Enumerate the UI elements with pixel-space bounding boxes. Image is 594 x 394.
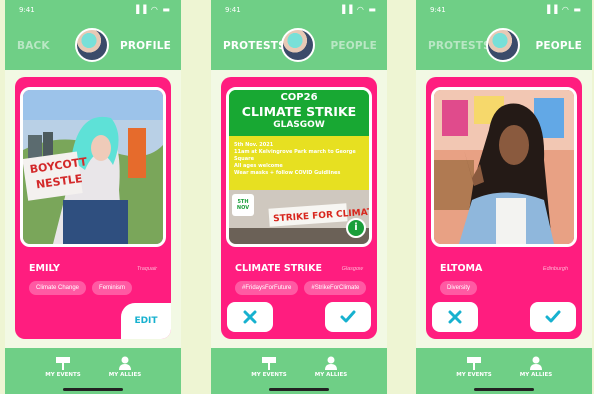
my-allies-label: MY ALLIES	[314, 372, 348, 378]
tag-climate-change[interactable]: Climate Change	[29, 281, 87, 295]
person-photo	[431, 87, 577, 247]
event-location: Glasgow	[341, 266, 363, 272]
info-icon[interactable]: i	[346, 218, 366, 238]
protests-tab[interactable]: PROTESTS	[428, 40, 491, 52]
poster-ages-line: All ages welcome	[234, 163, 283, 169]
people-tab[interactable]: PEOPLE	[535, 40, 582, 52]
accept-button[interactable]	[530, 302, 576, 332]
person-icon	[325, 356, 337, 370]
event-tags: #FridaysForFuture #StrikeForClimate	[235, 281, 367, 295]
signpost-icon	[56, 357, 70, 370]
signpost-icon	[262, 357, 276, 370]
action-row	[221, 302, 377, 332]
profile-card: BOYCOTT NESTLE EMILY Traquair Climate Ch…	[15, 77, 171, 339]
event-card: COP26 CLIMATE STRIKE GLASGOW 5th Nov. 20…	[221, 77, 377, 339]
avatar[interactable]	[486, 28, 520, 62]
profile-name: EMILY	[29, 263, 60, 274]
poster-place-line: 11am at Kelvingrove Park march to George…	[234, 149, 356, 162]
reject-button[interactable]	[227, 302, 273, 332]
person-icon	[119, 356, 131, 370]
my-events-label: MY EVENTS	[45, 372, 81, 378]
poster-line-2: CLIMATE STRIKE	[241, 104, 357, 119]
poster-date-line: 5th Nov. 2021	[234, 142, 274, 148]
home-indicator	[63, 388, 123, 391]
check-icon	[340, 310, 356, 323]
bottom-nav: MY EVENTS MY ALLIES	[211, 348, 387, 394]
person-icon	[530, 356, 542, 370]
status-bar: 9:41 ▐▐ ◠ ▬	[416, 0, 592, 22]
tag-diversity[interactable]: Diversity	[440, 281, 478, 295]
poster-date-badge: 5TH NOV	[232, 194, 254, 216]
my-allies-nav[interactable]: MY ALLIES	[95, 356, 155, 378]
poster-covid-line: Wear masks + follow COVID Guidlines	[234, 170, 341, 176]
event-name: CLIMATE STRIKE	[235, 263, 322, 274]
my-allies-nav[interactable]: MY ALLIES	[301, 356, 361, 378]
profile-screen: 9:41 ▐▐ ◠ ▬ BACK PROFILE BOYCOTT NESTLE	[5, 0, 181, 394]
my-events-nav[interactable]: MY EVENTS	[444, 356, 504, 378]
bottom-nav: MY EVENTS MY ALLIES	[416, 348, 592, 394]
accept-button[interactable]	[325, 302, 371, 332]
action-row	[426, 302, 582, 332]
tag-feminism[interactable]: Feminism	[92, 281, 133, 295]
my-events-label: MY EVENTS	[456, 372, 492, 378]
avatar[interactable]	[75, 28, 109, 62]
my-events-nav[interactable]: MY EVENTS	[239, 356, 299, 378]
avatar[interactable]	[281, 28, 315, 62]
bottom-nav: MY EVENTS MY ALLIES	[5, 348, 181, 394]
home-indicator	[474, 388, 534, 391]
person-tags: Diversity	[440, 281, 478, 295]
home-indicator	[269, 388, 329, 391]
reject-button[interactable]	[432, 302, 478, 332]
my-allies-nav[interactable]: MY ALLIES	[506, 356, 566, 378]
status-time: 9:41	[19, 6, 35, 14]
edit-button[interactable]: EDIT	[121, 303, 171, 339]
poster-line-3: GLASGOW	[273, 120, 325, 130]
poster-info: 5th Nov. 2021 11am at Kelvingrove Park m…	[234, 142, 369, 177]
my-events-label: MY EVENTS	[251, 372, 287, 378]
status-bar: 9:41 ▐▐ ◠ ▬	[211, 0, 387, 22]
profile-photo: BOYCOTT NESTLE	[20, 87, 166, 247]
close-icon	[448, 310, 462, 324]
protests-tab[interactable]: PROTESTS	[223, 40, 286, 52]
profile-tab[interactable]: PROFILE	[120, 40, 171, 52]
status-time: 9:41	[225, 6, 241, 14]
check-icon	[545, 310, 561, 323]
person-name: ELTOMA	[440, 263, 483, 274]
my-allies-label: MY ALLIES	[108, 372, 142, 378]
close-icon	[243, 310, 257, 324]
profile-location: Traquair	[136, 266, 157, 272]
people-screen: 9:41 ▐▐ ◠ ▬ PROTESTS PEOPLE ELTOMA Edinb…	[416, 0, 592, 394]
tag-fridays-for-future[interactable]: #FridaysForFuture	[235, 281, 299, 295]
interest-tags: Climate Change Feminism	[29, 281, 133, 295]
back-button[interactable]: BACK	[17, 40, 50, 52]
status-icons: ▐▐ ◠ ▬	[339, 5, 377, 14]
status-time: 9:41	[430, 6, 446, 14]
protests-screen: 9:41 ▐▐ ◠ ▬ PROTESTS PEOPLE COP26 CLIMAT…	[211, 0, 387, 394]
person-card: ELTOMA Edinburgh Diversity	[426, 77, 582, 339]
my-events-nav[interactable]: MY EVENTS	[33, 356, 93, 378]
status-bar: 9:41 ▐▐ ◠ ▬	[5, 0, 181, 22]
poster-line-1: COP26	[280, 92, 318, 103]
status-icons: ▐▐ ◠ ▬	[544, 5, 582, 14]
tag-strike-for-climate[interactable]: #StrikeForClimate	[304, 281, 367, 295]
person-location: Edinburgh	[542, 266, 568, 272]
event-poster: COP26 CLIMATE STRIKE GLASGOW 5th Nov. 20…	[226, 87, 372, 247]
status-icons: ▐▐ ◠ ▬	[133, 5, 171, 14]
people-tab[interactable]: PEOPLE	[330, 40, 377, 52]
signpost-icon	[467, 357, 481, 370]
my-allies-label: MY ALLIES	[519, 372, 553, 378]
